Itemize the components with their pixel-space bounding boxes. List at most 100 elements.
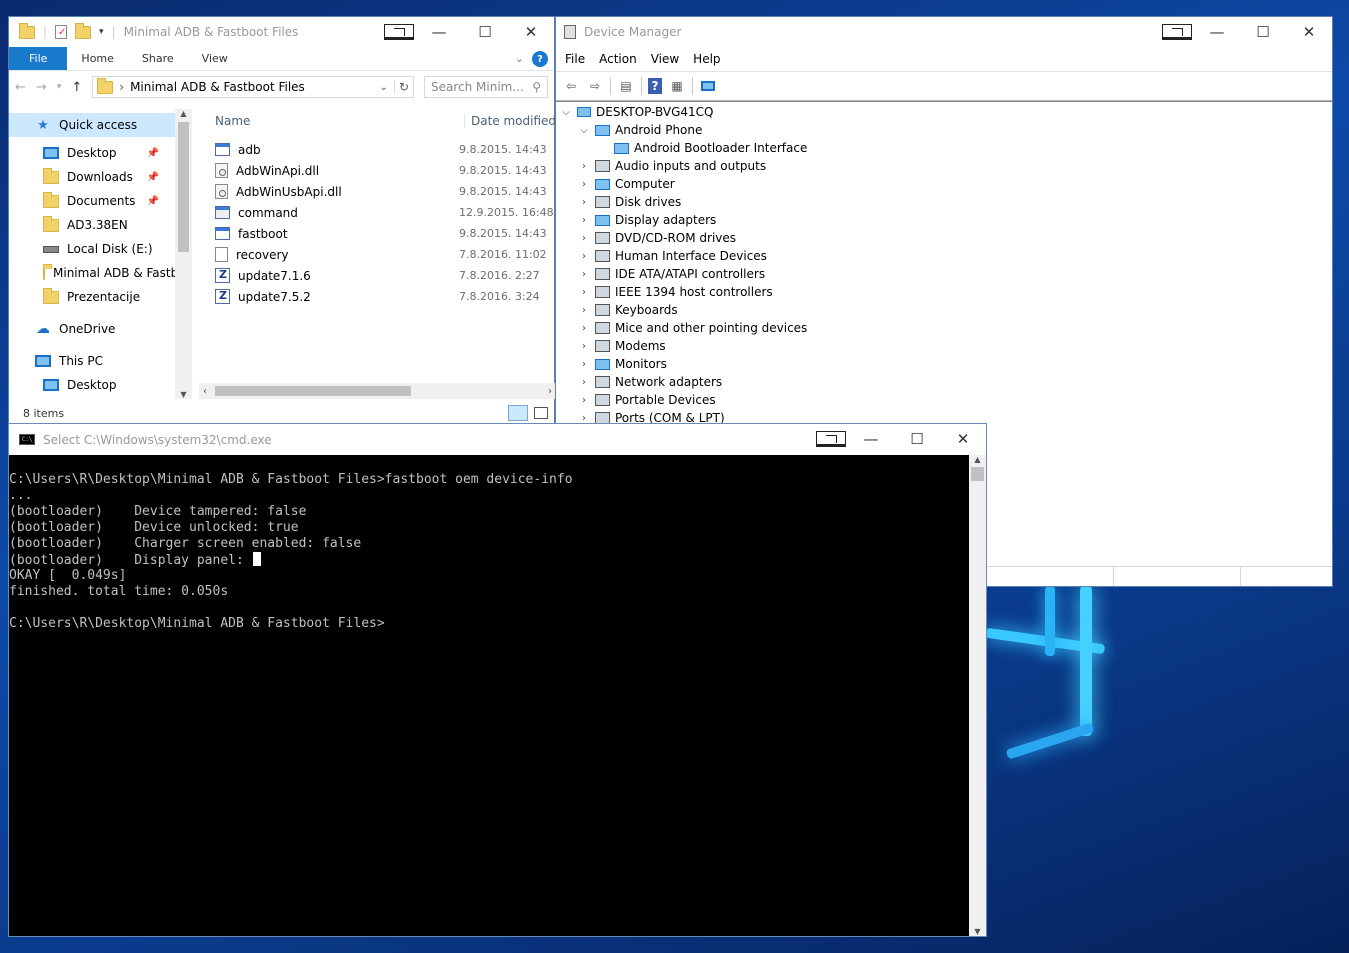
minimize-button[interactable]: — <box>416 17 462 47</box>
large-icons-view-icon[interactable] <box>534 407 548 419</box>
address-dropdown-icon[interactable]: ⌄ <box>380 82 388 93</box>
tree-node[interactable]: › DVD/CD-ROM drives <box>556 229 1332 247</box>
tab-home[interactable]: Home <box>67 47 127 70</box>
menu-action[interactable]: Action <box>592 52 644 66</box>
search-input[interactable]: Search Minim... ⚲ <box>424 76 548 98</box>
nav-item[interactable]: ★ Quick access <box>9 113 175 137</box>
minimize-button[interactable]: — <box>848 424 894 454</box>
tree-node[interactable]: › Mice and other pointing devices <box>556 319 1332 337</box>
file-row[interactable]: AdbWinUsbApi.dll 9.8.2015. 14:43 <box>199 181 556 202</box>
expand-arrow-icon[interactable]: › <box>578 161 590 172</box>
snap-icon[interactable] <box>382 17 416 47</box>
expand-arrow-icon[interactable]: › <box>578 341 590 352</box>
show-hide-console-tree-icon[interactable]: ▤ <box>617 78 635 94</box>
tree-root[interactable]: ⌵ DESKTOP-BVG41CQ <box>556 103 1332 121</box>
tree-node[interactable]: Android Bootloader Interface <box>556 139 1332 157</box>
new-folder-icon[interactable] <box>75 22 92 39</box>
tree-node[interactable]: › Display adapters <box>556 211 1332 229</box>
expand-arrow-icon[interactable]: › <box>578 179 590 190</box>
nav-scroll-thumb[interactable] <box>178 122 189 252</box>
nav-item[interactable]: This PC <box>9 349 175 373</box>
nav-item[interactable]: ☁ OneDrive <box>9 317 175 341</box>
nav-item[interactable]: AD3.38EN <box>9 213 175 237</box>
tree-node[interactable]: › Keyboards <box>556 301 1332 319</box>
expand-arrow-icon[interactable]: › <box>578 323 590 334</box>
forward-arrow-icon[interactable]: → <box>36 80 47 95</box>
tab-share[interactable]: Share <box>128 47 188 70</box>
tree-node[interactable]: ⌵ Android Phone <box>556 121 1332 139</box>
tree-node[interactable]: › Portable Devices <box>556 391 1332 409</box>
devmgr-titlebar[interactable]: Device Manager — ☐ ✕ <box>556 17 1332 47</box>
nav-scrollbar[interactable]: ▲ ▼ <box>175 109 192 399</box>
expand-arrow-icon[interactable]: › <box>578 413 590 424</box>
forward-arrow-icon[interactable]: ⇨ <box>586 78 604 94</box>
file-row[interactable]: command 12.9.2015. 16:48 <box>199 202 556 223</box>
tree-node[interactable]: › Modems <box>556 337 1332 355</box>
close-button[interactable]: ✕ <box>508 17 554 47</box>
column-name[interactable]: Name <box>199 114 464 128</box>
file-row[interactable]: update7.1.6 7.8.2016. 2:27 <box>199 265 556 286</box>
tree-node[interactable]: › IDE ATA/ATAPI controllers <box>556 265 1332 283</box>
close-button[interactable]: ✕ <box>1286 17 1332 47</box>
column-date-modified[interactable]: Date modified <box>463 114 556 128</box>
file-row[interactable]: adb 9.8.2015. 14:43 <box>199 139 556 160</box>
expand-arrow-icon[interactable]: › <box>578 251 590 262</box>
pin-icon[interactable]: 📌 <box>147 196 159 207</box>
menu-file[interactable]: File <box>558 52 592 66</box>
scan-hardware-icon[interactable] <box>699 78 717 94</box>
maximize-button[interactable]: ☐ <box>1240 17 1286 47</box>
tree-node[interactable]: › Ports (COM & LPT) <box>556 409 1332 423</box>
maximize-button[interactable]: ☐ <box>462 17 508 47</box>
pin-icon[interactable]: 📌 <box>147 148 159 159</box>
expand-arrow-icon[interactable]: › <box>578 377 590 388</box>
tab-view[interactable]: View <box>188 47 242 70</box>
h-scroll-thumb[interactable] <box>215 386 411 396</box>
recent-dropdown-icon[interactable]: ▾ <box>57 82 62 92</box>
console-scroll-thumb[interactable] <box>971 467 984 481</box>
explorer-titlebar[interactable]: | ✓ ▾ | Minimal ADB & Fastboot Files — ☐… <box>9 17 554 47</box>
expand-arrow-icon[interactable]: › <box>578 269 590 280</box>
expand-arrow-icon[interactable]: › <box>578 233 590 244</box>
help-icon[interactable]: ? <box>532 51 548 67</box>
expand-arrow-icon[interactable]: › <box>578 305 590 316</box>
menu-help[interactable]: Help <box>686 52 727 66</box>
address-bar[interactable]: › Minimal ADB & Fastboot Files ⌄ ↻ <box>92 76 414 98</box>
tree-node[interactable]: › Disk drives <box>556 193 1332 211</box>
nav-item[interactable]: Downloads 📌 <box>9 165 175 189</box>
minimize-button[interactable]: — <box>1194 17 1240 47</box>
nav-item[interactable]: Prezentacije <box>9 285 175 309</box>
tree-node[interactable]: › Computer <box>556 175 1332 193</box>
nav-item[interactable]: Documents 📌 <box>9 189 175 213</box>
close-button[interactable]: ✕ <box>940 424 986 454</box>
breadcrumb[interactable]: Minimal ADB & Fastboot Files <box>130 80 305 94</box>
snap-icon[interactable] <box>814 424 848 454</box>
expand-arrow-icon[interactable]: › <box>578 395 590 406</box>
pin-icon[interactable]: 📌 <box>147 172 159 183</box>
file-row[interactable]: update7.5.2 7.8.2016. 3:24 <box>199 286 556 307</box>
horizontal-scrollbar[interactable]: ‹ › <box>199 383 556 399</box>
expand-arrow-icon[interactable]: › <box>578 359 590 370</box>
back-arrow-icon[interactable]: ← <box>15 80 26 95</box>
nav-item[interactable]: Desktop <box>9 373 175 397</box>
back-arrow-icon[interactable]: ⇦ <box>562 78 580 94</box>
expand-ribbon-icon[interactable]: ⌄ <box>507 47 532 70</box>
menu-view[interactable]: View <box>644 52 686 66</box>
collapse-arrow-icon[interactable]: ⌵ <box>560 107 572 118</box>
properties-icon[interactable]: ✓ <box>55 25 68 39</box>
console-output[interactable]: C:\Users\R\Desktop\Minimal ADB & Fastboo… <box>9 455 969 936</box>
console-scrollbar[interactable]: ▲ ▼ <box>969 455 986 936</box>
refresh-icon[interactable]: ↻ <box>393 80 409 94</box>
tree-node[interactable]: › Human Interface Devices <box>556 247 1332 265</box>
quick-access-dropdown-icon[interactable]: ▾ <box>99 27 104 37</box>
expand-arrow-icon[interactable]: › <box>578 287 590 298</box>
properties-icon[interactable]: ▦ <box>668 78 686 94</box>
tree-node[interactable]: › Network adapters <box>556 373 1332 391</box>
maximize-button[interactable]: ☐ <box>894 424 940 454</box>
tree-node[interactable]: › Audio inputs and outputs <box>556 157 1332 175</box>
snap-icon[interactable] <box>1160 17 1194 47</box>
details-view-icon[interactable] <box>508 405 528 421</box>
expand-arrow-icon[interactable]: › <box>578 215 590 226</box>
tab-file[interactable]: File <box>9 47 68 70</box>
file-row[interactable]: fastboot 9.8.2015. 14:43 <box>199 223 556 244</box>
nav-item[interactable]: Minimal ADB & Fastb <box>9 261 178 285</box>
